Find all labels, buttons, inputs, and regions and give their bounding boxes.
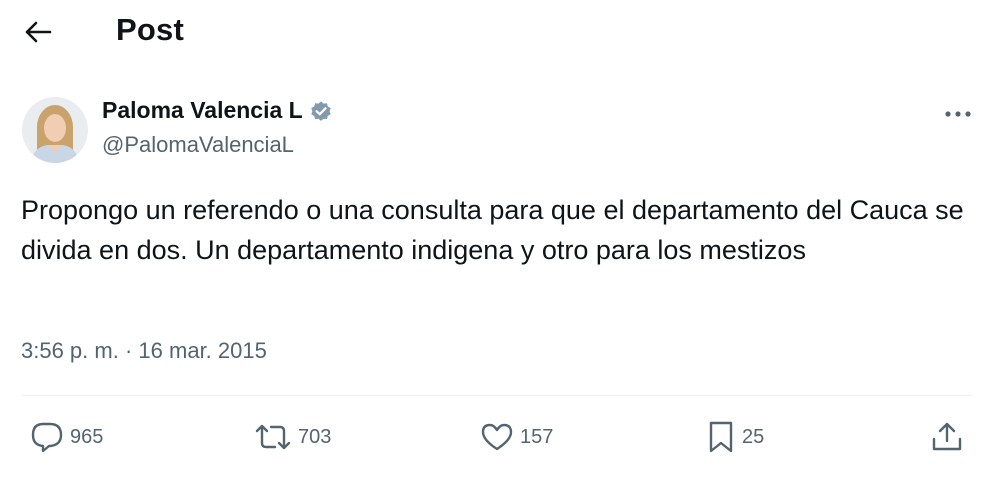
bookmark-icon <box>709 421 733 453</box>
verified-badge-icon <box>311 101 331 121</box>
tweet-date[interactable]: 16 mar. 2015 <box>138 338 266 363</box>
back-button[interactable] <box>20 16 56 48</box>
repost-count: 703 <box>298 425 332 448</box>
arrow-left-icon <box>25 21 52 43</box>
like-count: 157 <box>520 425 554 448</box>
heart-icon <box>481 423 513 451</box>
more-options-button[interactable] <box>938 104 978 124</box>
author-display-name: Paloma Valencia L <box>102 97 303 123</box>
bookmark-button[interactable]: 25 <box>706 420 764 454</box>
author-name[interactable]: Paloma Valencia L <box>102 97 333 124</box>
reply-button[interactable]: 965 <box>30 420 103 454</box>
like-button[interactable]: 157 <box>480 420 553 454</box>
avatar-image <box>22 97 88 163</box>
more-horizontal-icon <box>945 111 971 117</box>
repost-button[interactable]: 703 <box>254 420 331 454</box>
bookmark-count: 25 <box>742 425 765 448</box>
reply-count: 965 <box>70 425 104 448</box>
timestamp-separator: · <box>124 338 133 363</box>
author-handle[interactable]: @PalomaValenciaL <box>102 132 294 158</box>
divider <box>21 395 972 396</box>
reply-icon <box>31 422 63 453</box>
tweet-time[interactable]: 3:56 p. m. <box>21 338 119 363</box>
share-icon <box>932 422 962 451</box>
share-button[interactable] <box>930 420 964 454</box>
avatar[interactable] <box>22 97 88 163</box>
tweet-timestamp: 3:56 p. m. · 16 mar. 2015 <box>21 338 267 364</box>
repost-icon <box>255 424 291 450</box>
page-title: Post <box>116 12 184 47</box>
top-bar: Post <box>0 0 1002 64</box>
tweet-text: Propongo un referendo o una consulta par… <box>21 195 964 265</box>
